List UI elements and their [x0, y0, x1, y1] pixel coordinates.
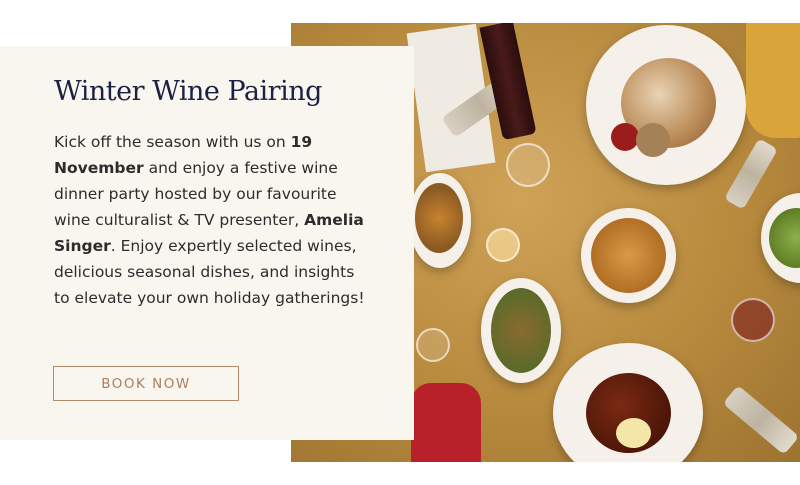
- book-now-button[interactable]: BOOK NOW: [53, 366, 239, 401]
- promo-title: Winter Wine Pairing: [54, 76, 322, 107]
- diner-sleeve: [746, 23, 800, 138]
- roast-potatoes: [591, 218, 666, 293]
- stuffing: [636, 123, 670, 157]
- wine-glass-red: [731, 298, 775, 342]
- vegetable-medley: [491, 288, 551, 373]
- candle: [486, 228, 520, 262]
- cranberry-sauce: [611, 123, 639, 151]
- description-text: Kick off the season with us on: [54, 133, 291, 151]
- wine-glass: [506, 143, 550, 187]
- roasted-carrots: [415, 183, 463, 253]
- water-glass: [416, 328, 450, 362]
- promo-description: Kick off the season with us on 19 Novemb…: [54, 129, 374, 311]
- mashed-potato: [616, 418, 651, 448]
- diner-sleeve: [411, 383, 481, 462]
- christmas-cracker: [722, 385, 800, 455]
